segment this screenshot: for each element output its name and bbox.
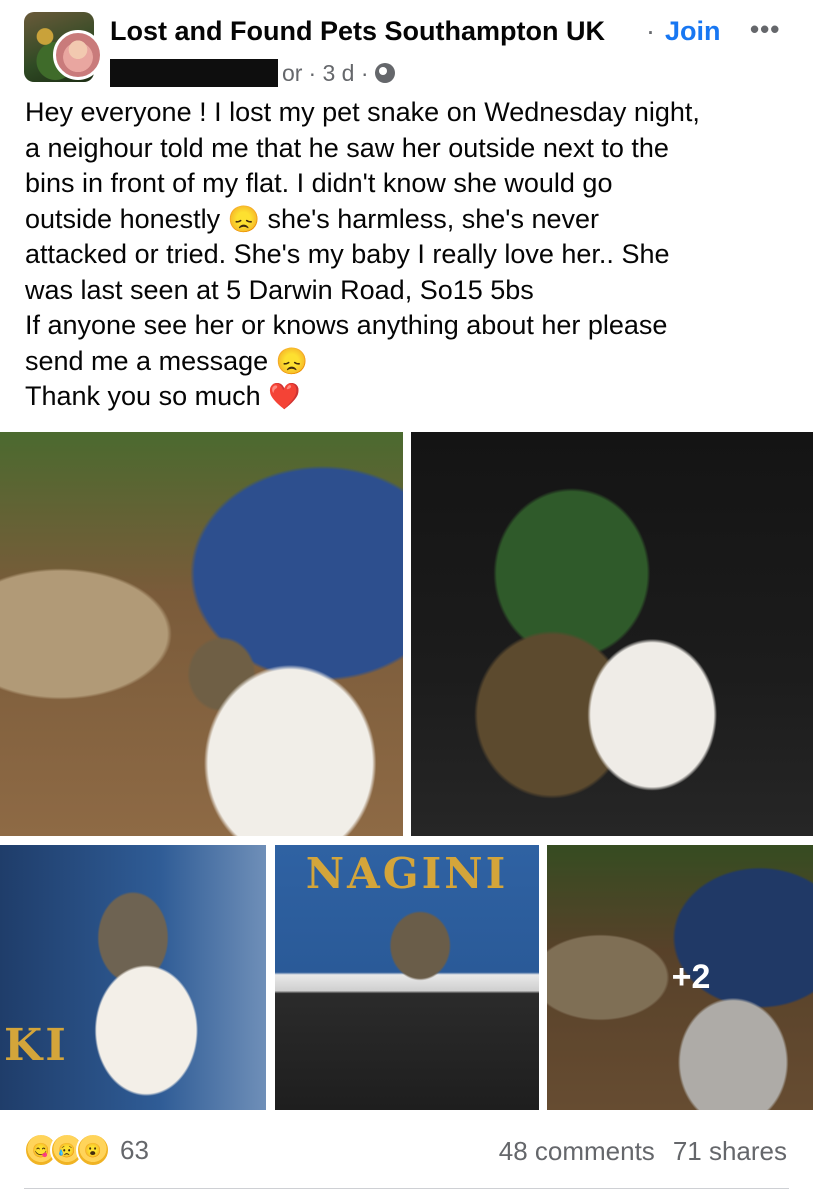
photo-snake-coiled[interactable] bbox=[411, 432, 813, 836]
comments-count-link[interactable]: 48 comments bbox=[499, 1136, 655, 1166]
author-name-fragment[interactable]: or bbox=[282, 60, 302, 87]
hide-label-text: KI bbox=[4, 1020, 69, 1071]
post-footer: 😋 😥 😮 63 48 comments 71 shares bbox=[0, 1125, 813, 1180]
post-line-text: send me a message bbox=[25, 345, 269, 376]
disappointed-emoji-icon: 😞 bbox=[275, 345, 309, 376]
nagini-sign-text: NAGINI bbox=[305, 849, 509, 898]
post-line: a neighour told me that he saw her outsi… bbox=[25, 132, 669, 163]
reactions-summary[interactable]: 😋 😥 😮 63 bbox=[24, 1133, 149, 1167]
separator-dot: · bbox=[646, 16, 655, 46]
photo-snake-hide[interactable]: KI bbox=[0, 845, 266, 1110]
more-options-icon[interactable]: ••• bbox=[750, 14, 780, 45]
post-line: bins in front of my flat. I didn't know … bbox=[25, 168, 613, 198]
group-name-link[interactable]: Lost and Found Pets Southampton UK bbox=[110, 16, 605, 47]
engagement-counts: 48 comments 71 shares bbox=[499, 1136, 787, 1167]
post-header: Lost and Found Pets Southampton UK · Joi… bbox=[0, 0, 813, 90]
post-line-text: she's harmless, she's never bbox=[267, 203, 599, 234]
post-meta: or · 3 d · bbox=[110, 58, 395, 88]
post-line: send me a message 😞 bbox=[25, 344, 795, 380]
shares-count-link[interactable]: 71 shares bbox=[673, 1136, 787, 1166]
post-body: Hey everyone ! I lost my pet snake on We… bbox=[25, 95, 795, 415]
disappointed-emoji-icon: 😞 bbox=[227, 203, 261, 234]
photo-snake-nagini-sign[interactable]: NAGINI bbox=[275, 845, 539, 1110]
post-line-text: Thank you so much bbox=[25, 381, 261, 411]
post-line: outside honestly 😞 she's harmless, she's… bbox=[25, 202, 795, 238]
post-timestamp[interactable]: · 3 d · bbox=[308, 60, 368, 87]
more-photos-count: +2 bbox=[671, 958, 711, 996]
wow-reaction-icon: 😮 bbox=[76, 1133, 110, 1167]
post-line: Thank you so much ❤️ bbox=[25, 379, 795, 415]
author-avatar[interactable] bbox=[53, 30, 103, 80]
more-photos-overlay[interactable]: +2 bbox=[547, 845, 813, 1110]
post-line: If anyone see her or knows anything abou… bbox=[25, 310, 668, 340]
footer-divider bbox=[24, 1188, 789, 1189]
post-line: Hey everyone ! I lost my pet snake on We… bbox=[25, 97, 700, 127]
post-line: attacked or tried. She's my baby I reall… bbox=[25, 239, 670, 269]
photo-snake-enclosure[interactable] bbox=[0, 432, 403, 836]
reaction-count[interactable]: 63 bbox=[120, 1135, 149, 1166]
globe-icon bbox=[374, 63, 395, 83]
post-line-text: outside honestly bbox=[25, 203, 221, 234]
heart-emoji-icon: ❤️ bbox=[268, 381, 301, 411]
redacted-author-name bbox=[110, 59, 278, 87]
join-button[interactable]: Join bbox=[665, 16, 721, 47]
post-line: was last seen at 5 Darwin Road, So15 5bs bbox=[25, 274, 534, 305]
